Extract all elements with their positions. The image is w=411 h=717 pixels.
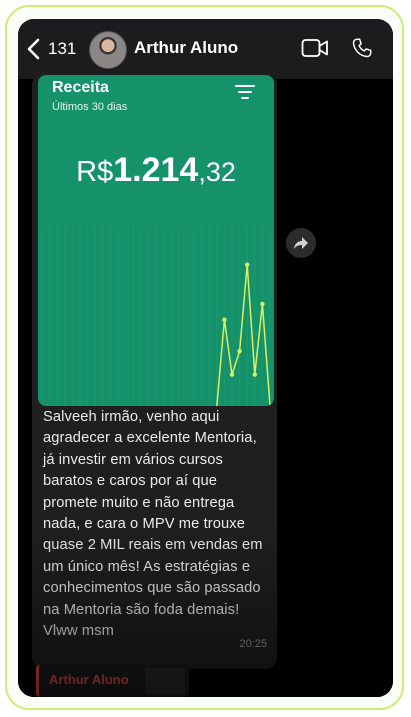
receipt-title: Receita [52, 79, 109, 96]
back-button[interactable] [26, 35, 50, 63]
revenue-amount: R$1.214,32 [38, 151, 274, 190]
chart-point [260, 301, 265, 307]
message-time: 20:25 [239, 638, 267, 650]
amount-integer: 1.214 [113, 151, 199, 189]
amount-cents: ,32 [198, 157, 236, 187]
filter-icon [235, 85, 255, 99]
forward-button[interactable] [286, 228, 316, 258]
next-message-thumbnail [145, 668, 185, 694]
chart-point [222, 317, 227, 322]
forward-arrow-icon [294, 237, 308, 249]
avatar[interactable] [89, 31, 127, 69]
revenue-screenshot-image[interactable]: Receita Últimos 30 dias R$1.214,32 [38, 75, 274, 406]
amount-currency: R$ [76, 156, 114, 188]
contact-name[interactable]: Arthur Aluno [134, 38, 238, 58]
next-message-sender: Arthur Aluno [49, 672, 129, 687]
chevron-left-icon [27, 38, 40, 60]
receipt-period: Últimos 30 dias [52, 101, 128, 113]
video-call-icon[interactable] [301, 37, 329, 59]
chart-point [237, 348, 242, 354]
chart-point [252, 372, 257, 377]
phone-call-icon[interactable] [351, 36, 373, 60]
message-list[interactable]: Receita Últimos 30 dias R$1.214,32 Salve… [18, 73, 393, 697]
chart-point [245, 262, 250, 267]
next-message-preview[interactable]: Arthur Aluno [36, 665, 189, 697]
unread-count[interactable]: 131 [48, 39, 76, 59]
chat-screen: 131 Arthur Aluno Receita Últimos 30 dias… [18, 19, 393, 697]
message-bubble[interactable]: Receita Últimos 30 dias R$1.214,32 Salve… [32, 73, 277, 669]
chart-point [229, 372, 235, 377]
revenue-line-chart [41, 225, 271, 406]
message-text: Salveeh irmão, venho aqui agradecer a ex… [43, 409, 263, 640]
chat-header: 131 Arthur Aluno [18, 19, 393, 79]
